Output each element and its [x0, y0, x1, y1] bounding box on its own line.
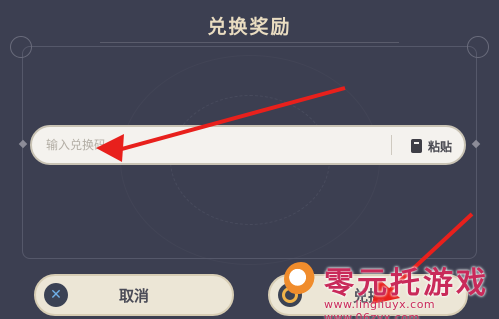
- paste-label: 粘贴: [427, 139, 452, 154]
- paste-separator: [391, 135, 392, 155]
- redeem-code-field: 粘贴: [30, 125, 466, 165]
- redeem-dialog: 兑换奖励 粘贴 ✕ 取消 兑换 零元: [0, 0, 499, 319]
- redeem-code-input[interactable]: [46, 133, 386, 157]
- watermark-logo-icon: [284, 262, 318, 296]
- watermark-text: 零元托游戏: [324, 266, 489, 301]
- cancel-label: 取消: [118, 286, 149, 305]
- corner-ornament-left: [10, 36, 32, 58]
- title-divider: [100, 42, 399, 43]
- paste-button[interactable]: 粘贴: [410, 135, 452, 157]
- corner-ornament-right: [467, 36, 489, 58]
- dialog-title: 兑换奖励: [207, 16, 292, 38]
- clipboard-icon: [410, 139, 422, 153]
- site-watermark: 零元托游戏 www.lingliuyx.com www.06zyx.com: [276, 258, 496, 319]
- close-x-icon: ✕: [44, 283, 68, 307]
- watermark-url: www.lingliuyx.com www.06zyx.com: [324, 298, 436, 319]
- cancel-button[interactable]: ✕ 取消: [34, 274, 234, 316]
